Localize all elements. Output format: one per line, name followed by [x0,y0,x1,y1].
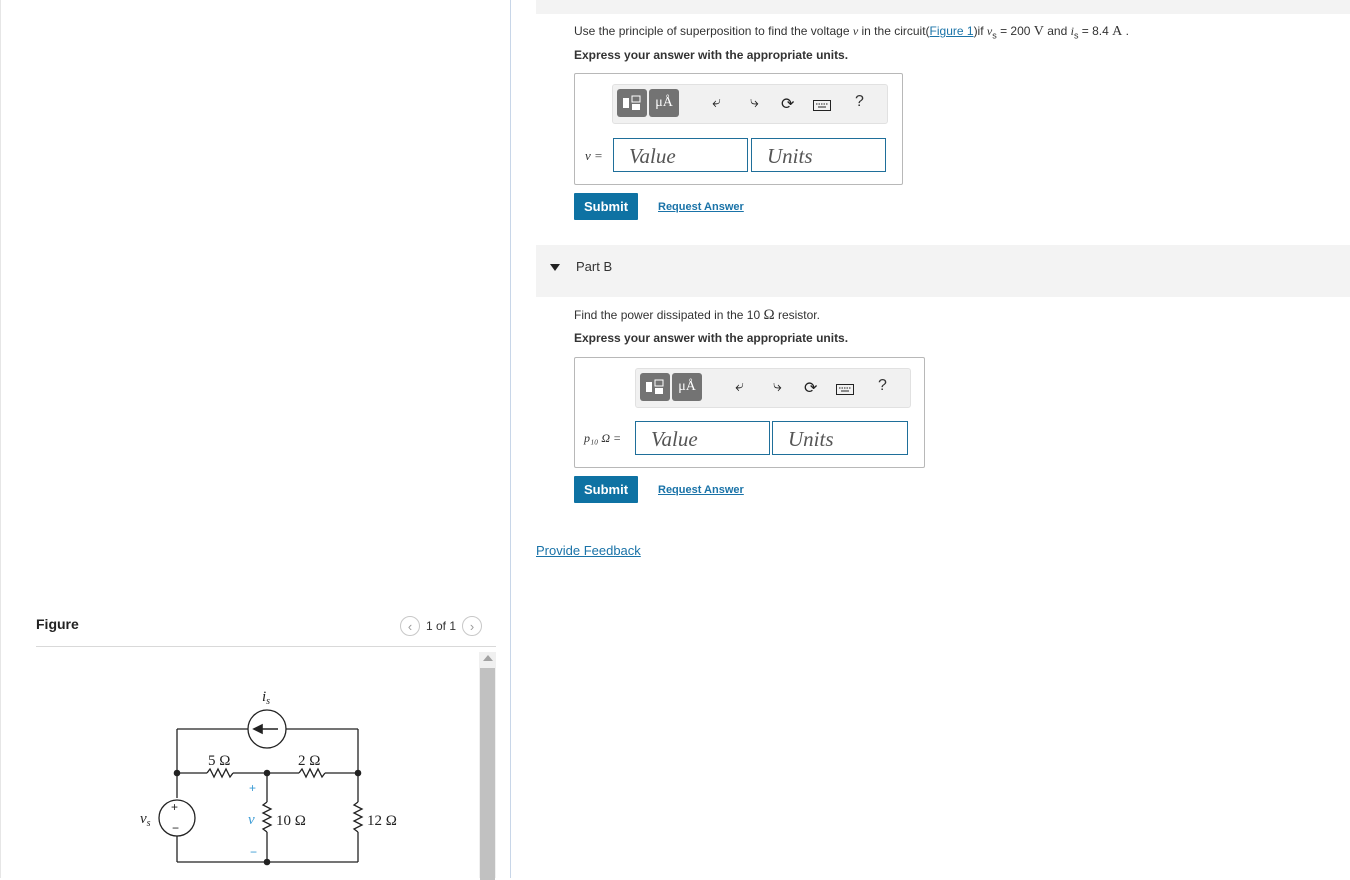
part-b-instruction: Express your answer with the appropriate… [574,331,849,345]
redo-icon[interactable]: ⤷ [773,378,782,396]
prev-figure-button[interactable]: ‹ [400,616,420,636]
r10-label: 10 Ω [276,813,306,829]
part-a-submit-button[interactable]: Submit [574,193,638,220]
redo-icon[interactable]: ⤷ [750,94,759,112]
templates-icon[interactable] [617,89,647,117]
figure-pagination: ‹ 1 of 1 › [400,616,483,636]
figure-scrollbar[interactable] [479,652,496,880]
units-icon[interactable]: μÅ [672,373,702,401]
units-icon[interactable]: μÅ [649,89,679,117]
part-a-request-answer-link[interactable]: Request Answer [658,201,744,213]
collapse-caret-icon[interactable] [550,264,560,271]
undo-icon[interactable]: ⤶ [712,94,721,112]
part-b-units-input[interactable]: Units [772,421,908,455]
part-b-question: Find the power dissipated in the 10 Ω re… [574,307,820,323]
keyboard-icon[interactable] [836,382,854,400]
part-b-title: Part B [576,259,613,274]
reset-icon[interactable]: ⟳ [781,94,794,114]
pane-divider[interactable] [510,0,511,878]
help-icon[interactable]: ? [855,93,864,111]
provide-feedback-link[interactable]: Provide Feedback [536,543,641,558]
vs-label: vs [140,811,151,829]
help-icon[interactable]: ? [878,377,887,395]
keyboard-icon[interactable] [813,98,831,116]
figure-page-count: 1 of 1 [426,619,457,633]
v-label: v [248,812,255,828]
part-b-toolbar: μÅ ⤶ ⤷ ⟳ ? [635,368,911,408]
part-b-answer-box: μÅ ⤶ ⤷ ⟳ ? p₁₀ Ω = Value Units [574,357,925,468]
part-a-answer-box: μÅ ⤶ ⤷ ⟳ ? v = Value Units [574,73,903,185]
part-b-value-input[interactable]: Value [635,421,770,455]
figure-divider [36,646,496,647]
part-b-header[interactable]: Part B [536,245,1350,297]
v-minus: − [250,845,257,859]
r12-label: 12 Ω [367,813,397,829]
figure-title: Figure [36,616,79,632]
scroll-thumb[interactable] [480,668,495,880]
scroll-up-icon[interactable] [483,655,493,661]
reset-icon[interactable]: ⟳ [804,378,817,398]
undo-icon[interactable]: ⤶ [735,378,744,396]
next-figure-button[interactable]: › [462,616,483,636]
part-b-variable-label: p₁₀ Ω = [584,431,622,445]
part-b-submit-button[interactable]: Submit [574,476,638,503]
templates-icon[interactable] [640,373,670,401]
r2-label: 2 Ω [298,753,320,769]
part-b-request-answer-link[interactable]: Request Answer [658,484,744,496]
circuit-diagram: is 5 Ω 2 Ω vs 10 Ω 12 Ω v + − + − [140,689,397,866]
part-a-value-input[interactable]: Value [613,138,748,172]
part-a-toolbar: μÅ ⤶ ⤷ ⟳ ? [612,84,888,124]
vs-minus: − [172,821,179,835]
part-a-units-input[interactable]: Units [751,138,886,172]
part-a-variable-label: v = [585,148,603,163]
figure-link[interactable]: Figure 1 [930,24,974,38]
part-a-instruction: Express your answer with the appropriate… [574,48,849,62]
vs-plus: + [171,800,178,814]
part-a-header [536,0,1350,14]
r5-label: 5 Ω [208,753,230,769]
v-plus: + [249,781,256,795]
is-label: is [262,689,270,707]
part-a-question: Use the principle of superposition to fi… [574,24,1129,41]
